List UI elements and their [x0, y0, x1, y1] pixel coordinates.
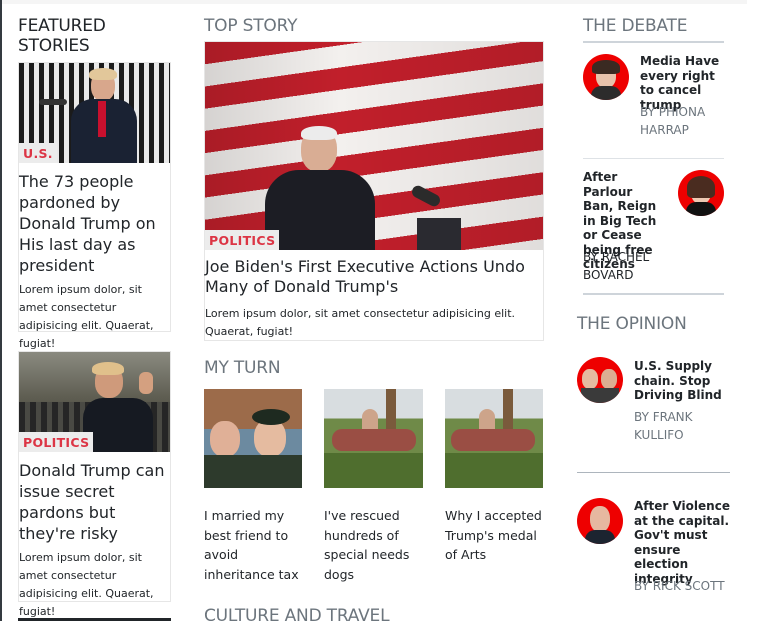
- trump-photo-2[interactable]: POLITICS: [19, 352, 170, 452]
- top-story-card[interactable]: POLITICS Joe Biden's First Executive Act…: [204, 41, 544, 341]
- my-turn-image-3[interactable]: [445, 389, 543, 488]
- featured-text-1: Lorem ipsum dolor, sit amet consectetur …: [19, 283, 154, 350]
- red-tie: [98, 101, 106, 137]
- body: [585, 530, 615, 544]
- hair: [687, 176, 715, 198]
- opinion-title-1[interactable]: U.S. Supply chain. Stop Driving Blind: [634, 359, 724, 403]
- featured-title-2[interactable]: Donald Trump can issue secret pardons bu…: [19, 460, 170, 544]
- avatar: [678, 170, 724, 216]
- opinion-title-2[interactable]: After Violence at the capital. Gov't mus…: [634, 499, 730, 586]
- left-edge-bar: [0, 0, 2, 621]
- featured-text-2: Lorem ipsum dolor, sit amet consectetur …: [19, 551, 154, 618]
- debate-divider-mid: [583, 158, 724, 159]
- bodies: [581, 388, 619, 403]
- debate-divider-top: [583, 41, 724, 43]
- opinion-divider: [577, 472, 730, 473]
- hat: [252, 409, 290, 425]
- my-turn-text-1[interactable]: I married my best friend to avoid inheri…: [204, 506, 304, 584]
- my-turn-image-2[interactable]: [324, 389, 423, 488]
- hair: [592, 60, 620, 74]
- grass: [324, 453, 423, 488]
- category-badge[interactable]: POLITICS: [205, 230, 280, 250]
- avatar: [583, 54, 629, 100]
- debate-divider-bottom: [583, 293, 724, 295]
- debate-byline-2: BY RACHEL BOVARD: [583, 250, 650, 282]
- face-left: [582, 369, 598, 389]
- top-divider: [2, 0, 747, 4]
- opinion-byline-1: BY FRANK KULLIFO: [634, 410, 693, 442]
- my-turn-heading: MY TURN: [204, 358, 281, 378]
- man-suit: [265, 170, 375, 250]
- dogs: [332, 429, 416, 451]
- man-hair: [89, 68, 117, 80]
- my-turn-text-2[interactable]: I've rescued hundreds of special needs d…: [324, 506, 424, 584]
- man-coat: [83, 398, 153, 452]
- face-right: [601, 369, 617, 389]
- raised-hand: [139, 372, 153, 394]
- lectern: [417, 218, 461, 250]
- body: [686, 202, 716, 216]
- man-hair: [92, 362, 124, 375]
- top-story-text: Lorem ipsum dolor, sit amet consectetur …: [205, 307, 516, 338]
- biden-photo[interactable]: POLITICS: [205, 42, 543, 250]
- microphone: [39, 99, 67, 105]
- grass: [445, 453, 543, 488]
- top-story-title[interactable]: Joe Biden's First Executive Actions Undo…: [205, 257, 539, 297]
- opinion-byline-2: BY RICK SCOTT: [634, 579, 725, 593]
- featured-title-1[interactable]: The 73 people pardoned by Donald Trump o…: [19, 171, 170, 276]
- dogs: [451, 429, 535, 451]
- category-badge[interactable]: POLITICS: [19, 432, 94, 452]
- avatar: [577, 357, 623, 403]
- man-hair: [301, 126, 337, 140]
- body: [591, 86, 621, 100]
- man-face-left: [210, 421, 240, 457]
- culture-heading: CULTURE AND TRAVEL: [204, 606, 390, 621]
- tree: [386, 389, 396, 429]
- trump-photo-1[interactable]: U.S.: [19, 63, 170, 163]
- featured-heading: FEATURED STORIES: [18, 16, 106, 56]
- my-turn-text-3[interactable]: Why I accepted Trump's medal of Arts: [445, 506, 545, 565]
- featured-card-1[interactable]: U.S. The 73 people pardoned by Donald Tr…: [18, 62, 171, 350]
- tree: [503, 389, 513, 429]
- debate-heading: THE DEBATE: [583, 16, 688, 36]
- featured-card-2[interactable]: POLITICS Donald Trump can issue secret p…: [18, 351, 171, 618]
- opinion-heading: THE OPINION: [577, 314, 687, 334]
- category-badge[interactable]: U.S.: [19, 143, 57, 163]
- face: [590, 506, 610, 532]
- my-turn-image-1[interactable]: [204, 389, 302, 488]
- coats: [204, 455, 302, 488]
- debate-byline-1: BY PHIONA HARRAP: [640, 105, 706, 137]
- top-story-heading: TOP STORY: [204, 16, 298, 36]
- avatar: [577, 498, 623, 544]
